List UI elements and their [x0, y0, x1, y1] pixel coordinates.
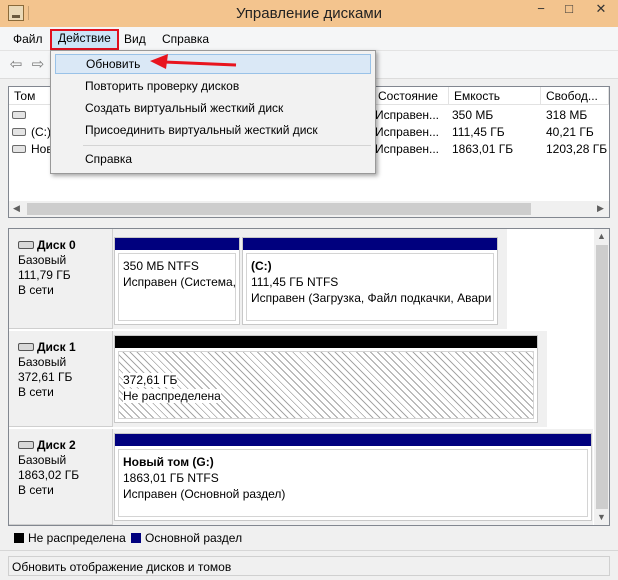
forward-arrow-icon[interactable]: ⇨ [28, 55, 48, 75]
red-arrow-icon [150, 54, 237, 69]
partition-unallocated[interactable]: 372,61 ГБ Не распределена [114, 335, 538, 423]
column-header-free[interactable]: Свобод... [541, 87, 609, 105]
disk-type: Базовый [18, 453, 67, 467]
partition-bar [115, 238, 239, 250]
menu-action[interactable]: Действие [50, 29, 119, 50]
menu-separator [83, 145, 371, 146]
disk-state: В сети [18, 385, 54, 399]
partition-status: Исправен (Система, [123, 275, 236, 289]
volume-free: 318 МБ [546, 108, 588, 122]
partition-g[interactable]: Новый том (G:) 1863,01 ГБ NTFS Исправен … [114, 433, 592, 521]
drive-icon [12, 145, 26, 153]
scroll-down-icon[interactable]: ▼ [597, 512, 606, 522]
partition-info: 350 МБ NTFS Исправен (Система, [118, 253, 236, 321]
disk-icon [18, 241, 34, 249]
partition-status: Исправен (Загрузка, Файл подкачки, Авари [251, 291, 492, 305]
menu-item-create-vhd[interactable]: Создать виртуальный жесткий диск [55, 98, 371, 118]
status-text: Обновить отображение дисков и томов [8, 556, 610, 576]
disk-management-window: Управление дисками − □ ✕ Файл Действие В… [0, 0, 618, 580]
volume-free: 1203,28 ГБ [546, 142, 608, 156]
partition-c[interactable]: (C:) 111,45 ГБ NTFS Исправен (Загрузка, … [242, 237, 498, 325]
disk-0-label[interactable]: Диск 0 Базовый 111,79 ГБ В сети [9, 229, 113, 329]
legend: Не распределена Основной раздел [8, 529, 610, 547]
menu-file[interactable]: Файл [7, 30, 49, 48]
disk-state: В сети [18, 483, 54, 497]
legend-label-primary: Основной раздел [145, 531, 243, 545]
volume-free: 40,21 ГБ [546, 125, 594, 139]
disk-size: 111,79 ГБ [18, 268, 71, 282]
partition-bar [115, 336, 537, 348]
window-title: Управление дисками [235, 5, 383, 22]
disk-name: Диск 2 [37, 438, 76, 452]
maximize-button[interactable]: □ [556, 0, 582, 20]
legend-swatch-unallocated [14, 533, 24, 543]
scroll-right-icon[interactable]: ▶ [597, 203, 604, 214]
partition-title: Новый том (G:) [123, 455, 214, 469]
drive-icon [12, 111, 26, 119]
partition-title: (C:) [251, 259, 272, 273]
menu-help[interactable]: Справка [156, 30, 215, 48]
partition-size: 350 МБ NTFS [123, 259, 199, 273]
disk-name: Диск 0 [37, 238, 76, 252]
close-button[interactable]: ✕ [584, 0, 618, 20]
minimize-button[interactable]: − [528, 0, 554, 20]
menu-item-help[interactable]: Справка [55, 149, 371, 169]
volume-capacity: 111,45 ГБ [452, 125, 505, 139]
scrollbar-thumb[interactable] [596, 245, 608, 509]
volume-status: Исправен... [375, 125, 440, 139]
disk-name: Диск 1 [37, 340, 76, 354]
scrollbar-thumb[interactable] [27, 203, 531, 215]
disk-size: 372,61 ГБ [18, 370, 73, 384]
scroll-up-icon[interactable]: ▲ [597, 231, 606, 241]
disk-state: В сети [18, 283, 54, 297]
vertical-scrollbar[interactable]: ▲ ▼ [594, 229, 609, 525]
volume-status: Исправен... [375, 142, 440, 156]
partition-bar [243, 238, 497, 250]
menu-item-rescan-disks[interactable]: Повторить проверку дисков [55, 76, 371, 96]
legend-swatch-primary [131, 533, 141, 543]
volume-capacity: 1863,01 ГБ [452, 142, 514, 156]
partition-bar [115, 434, 591, 446]
partition-info: (C:) 111,45 ГБ NTFS Исправен (Загрузка, … [246, 253, 494, 321]
disk-icon [18, 343, 34, 351]
disk-type: Базовый [18, 355, 67, 369]
disk-1-label[interactable]: Диск 1 Базовый 372,61 ГБ В сети [9, 331, 113, 427]
volume-status: Исправен... [375, 108, 440, 122]
disk-size: 1863,02 ГБ [18, 468, 80, 482]
partition-info: 372,61 ГБ Не распределена [118, 351, 534, 419]
partition-size: 372,61 ГБ [123, 373, 178, 387]
legend-label-unallocated: Не распределена [28, 531, 126, 545]
back-arrow-icon[interactable]: ⇦ [6, 55, 26, 75]
status-bar: Обновить отображение дисков и томов [0, 550, 618, 580]
drive-icon [12, 128, 26, 136]
title-bar[interactable]: Управление дисками − □ ✕ [0, 0, 618, 27]
menu-view[interactable]: Вид [118, 30, 152, 48]
partition-status: Исправен (Основной раздел) [123, 487, 286, 501]
partition-system[interactable]: 350 МБ NTFS Исправен (Система, [114, 237, 240, 325]
menu-bar: Файл Действие Вид Справка [0, 27, 618, 51]
scroll-left-icon[interactable]: ◀ [13, 203, 20, 214]
partition-info: Новый том (G:) 1863,01 ГБ NTFS Исправен … [118, 449, 588, 517]
column-header-capacity[interactable]: Емкость [449, 87, 541, 105]
disk-map: Диск 0 Базовый 111,79 ГБ В сети 350 МБ N… [8, 228, 610, 526]
volume-capacity: 350 МБ [452, 108, 494, 122]
disk-type: Базовый [18, 253, 67, 267]
disk-2-label[interactable]: Диск 2 Базовый 1863,02 ГБ В сети [9, 429, 113, 525]
menu-item-attach-vhd[interactable]: Присоединить виртуальный жесткий диск [55, 120, 371, 140]
partition-size: 111,45 ГБ NTFS [251, 275, 339, 289]
disk-icon [18, 441, 34, 449]
column-header-status[interactable]: Состояние [373, 87, 449, 105]
partition-size: 1863,01 ГБ NTFS [123, 471, 219, 485]
horizontal-scrollbar[interactable]: ◀ ▶ [9, 201, 609, 217]
partition-status: Не распределена [123, 389, 221, 403]
